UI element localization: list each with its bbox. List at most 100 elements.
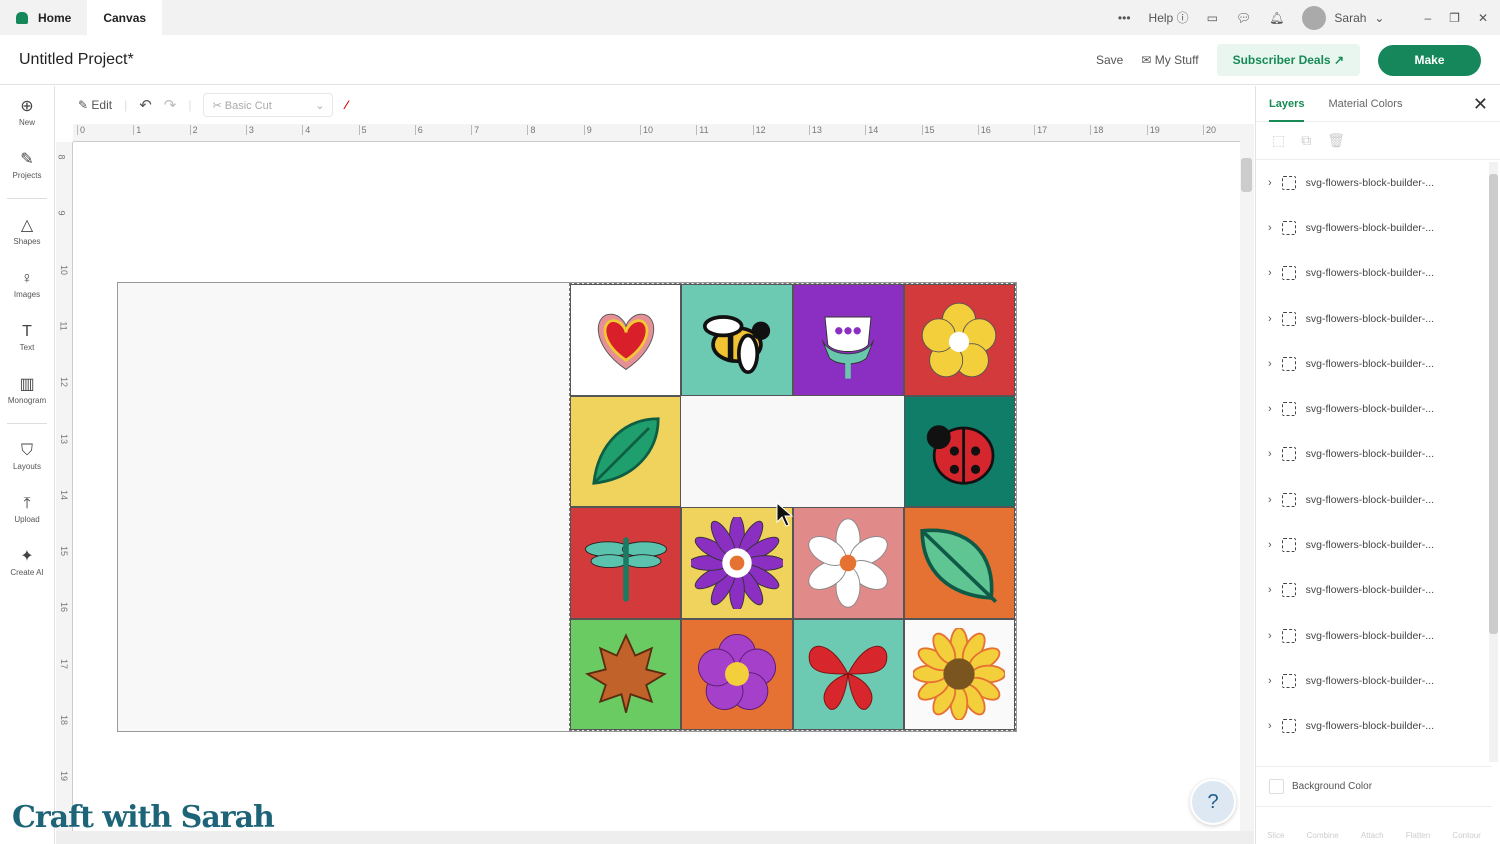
sidebar-item-monogram[interactable]: ▥ Monogram xyxy=(0,364,54,417)
project-title[interactable]: Untitled Project* xyxy=(19,51,134,69)
sidebar-item-label: Projects xyxy=(12,170,42,180)
ruler-tick-label: 12 xyxy=(752,125,766,135)
sidebar-item-text[interactable]: T Text xyxy=(0,311,54,364)
sidebar-item-shapes[interactable]: △ Shapes xyxy=(0,205,54,258)
more-icon[interactable]: ••• xyxy=(1118,11,1131,25)
tile-dragonfly[interactable] xyxy=(570,507,682,619)
tile-butterfly[interactable] xyxy=(792,618,904,730)
tile-flower-white[interactable] xyxy=(792,507,904,619)
layer-row[interactable]: › svg-flowers-block-builder-... xyxy=(1256,205,1500,250)
ruler-tick-label: 19 xyxy=(59,771,70,782)
layer-row[interactable]: › svg-flowers-block-builder-... xyxy=(1256,522,1500,567)
redo-button[interactable]: ↷ xyxy=(164,96,177,114)
layer-name: svg-flowers-block-builder-... xyxy=(1305,629,1435,642)
machine-icon[interactable]: ▭ xyxy=(1207,11,1218,25)
layer-row[interactable]: › svg-flowers-block-builder-... xyxy=(1256,251,1500,296)
user-menu[interactable]: Sarah ⌄ xyxy=(1302,5,1384,30)
chevron-right-icon[interactable]: › xyxy=(1268,539,1272,551)
undo-button[interactable]: ↶ xyxy=(139,96,152,114)
chevron-right-icon[interactable]: › xyxy=(1268,267,1272,279)
chevron-right-icon[interactable]: › xyxy=(1268,222,1272,234)
contour-button[interactable]: Contour xyxy=(1452,831,1480,840)
ruler-tick-label: 0 xyxy=(77,125,85,135)
close-window-button[interactable]: ✕ xyxy=(1478,11,1488,25)
group-icon[interactable]: ⬚ xyxy=(1272,132,1285,149)
chevron-right-icon[interactable]: › xyxy=(1268,358,1272,370)
operation-select[interactable]: ✂ Basic Cut ⌄ xyxy=(203,93,334,117)
my-stuff-button[interactable]: ✉ My Stuff xyxy=(1141,53,1198,67)
tab-canvas[interactable]: Canvas xyxy=(87,0,163,35)
background-color-label: Background Color xyxy=(1292,781,1373,792)
tab-home[interactable]: Home xyxy=(0,0,87,35)
layer-row[interactable]: › svg-flowers-block-builder-... xyxy=(1256,386,1500,431)
tile-flower-violet[interactable] xyxy=(681,618,793,730)
chat-icon[interactable]: 💬︎ xyxy=(1236,11,1251,25)
tile-sunflower[interactable] xyxy=(903,618,1015,730)
tile-bee[interactable] xyxy=(681,284,793,396)
sidebar-item-projects[interactable]: ✎ Projects xyxy=(0,139,54,192)
color-swatch-none[interactable]: ⁄ xyxy=(345,98,347,112)
sidebar-item-create-ai[interactable]: ✦ Create AI xyxy=(0,536,54,589)
maximize-button[interactable]: ❐ xyxy=(1449,11,1460,25)
layer-row[interactable]: › svg-flowers-block-builder-... xyxy=(1256,658,1500,703)
minimize-button[interactable]: – xyxy=(1424,11,1431,25)
tile-empty xyxy=(793,396,904,508)
background-color-checkbox[interactable] xyxy=(1269,779,1284,794)
chevron-right-icon[interactable]: › xyxy=(1268,313,1272,325)
attach-button[interactable]: Attach xyxy=(1361,831,1384,840)
tile-flower-yellow[interactable] xyxy=(903,284,1015,396)
tile-leaf[interactable] xyxy=(570,395,682,507)
sidebar-item-upload[interactable]: ⤒ Upload xyxy=(0,483,54,536)
tab-material-colors[interactable]: Material Colors xyxy=(1328,98,1402,110)
canvas-scroll-thumb[interactable] xyxy=(1241,158,1252,192)
layers-scrollbar[interactable] xyxy=(1489,162,1498,762)
subscriber-deals-button[interactable]: Subscriber Deals ↗ xyxy=(1216,44,1360,76)
chevron-right-icon[interactable]: › xyxy=(1268,675,1272,687)
chevron-right-icon[interactable]: › xyxy=(1268,630,1272,642)
layer-row[interactable]: › svg-flowers-block-builder-... xyxy=(1256,568,1500,613)
ruler-tick-label: 9 xyxy=(583,125,592,135)
bell-icon[interactable]: 🔔︎ xyxy=(1269,11,1284,25)
sidebar-divider xyxy=(7,198,47,199)
close-panel-icon[interactable]: ✕ xyxy=(1473,94,1488,115)
layer-row[interactable]: › svg-flowers-block-builder-... xyxy=(1256,432,1500,477)
help-button[interactable]: Help ⓘ xyxy=(1149,9,1189,26)
layer-row[interactable]: › svg-flowers-block-builder-... xyxy=(1256,160,1500,205)
combine-button[interactable]: Combine xyxy=(1307,831,1339,840)
help-chat-button[interactable]: ? xyxy=(1190,779,1236,825)
layer-row[interactable]: › svg-flowers-block-builder-... xyxy=(1256,704,1500,749)
tab-layers[interactable]: Layers xyxy=(1269,86,1305,122)
sidebar-item-images[interactable]: ♀ Images xyxy=(0,258,54,311)
flatten-button[interactable]: Flatten xyxy=(1406,831,1430,840)
sidebar-item-label: Shapes xyxy=(13,236,41,246)
layer-row[interactable]: › svg-flowers-block-builder-... xyxy=(1256,341,1500,386)
layer-row[interactable]: › svg-flowers-block-builder-... xyxy=(1256,296,1500,341)
tile-ladybug[interactable] xyxy=(903,395,1015,507)
chevron-right-icon[interactable]: › xyxy=(1268,177,1272,189)
chevron-right-icon[interactable]: › xyxy=(1268,584,1272,596)
delete-icon[interactable]: 🗑︎ xyxy=(1327,132,1345,149)
edit-button[interactable]: ✎ Edit xyxy=(78,98,112,112)
chevron-right-icon[interactable]: › xyxy=(1268,720,1272,732)
monogram-icon: ▥ xyxy=(19,375,35,393)
sidebar-item-new[interactable]: ⊕ New xyxy=(0,86,54,139)
group-layer-icon xyxy=(1281,220,1296,235)
layer-row[interactable]: › svg-flowers-block-builder-... xyxy=(1256,613,1500,658)
background-color-row[interactable]: Background Color xyxy=(1256,766,1492,806)
chevron-right-icon[interactable]: › xyxy=(1268,403,1272,415)
layer-row[interactable]: › svg-flowers-block-builder-... xyxy=(1256,477,1500,522)
duplicate-icon[interactable]: ⧉ xyxy=(1301,132,1311,149)
save-button[interactable]: Save xyxy=(1096,53,1123,67)
ruler-tick-label: 14 xyxy=(59,489,70,500)
tile-leaf-green[interactable] xyxy=(903,507,1015,619)
tile-maple-leaf[interactable] xyxy=(570,618,682,730)
tile-tulip[interactable] xyxy=(792,284,904,396)
canvas-scrollbar[interactable] xyxy=(1240,124,1254,832)
sidebar-item-layouts[interactable]: ⛉ Layouts xyxy=(0,430,54,483)
help-label: Help xyxy=(1148,11,1174,25)
chevron-right-icon[interactable]: › xyxy=(1268,448,1272,460)
tile-heart[interactable] xyxy=(570,284,682,396)
chevron-right-icon[interactable]: › xyxy=(1268,494,1272,506)
make-button[interactable]: Make xyxy=(1378,44,1481,76)
slice-button[interactable]: Slice xyxy=(1267,831,1284,840)
